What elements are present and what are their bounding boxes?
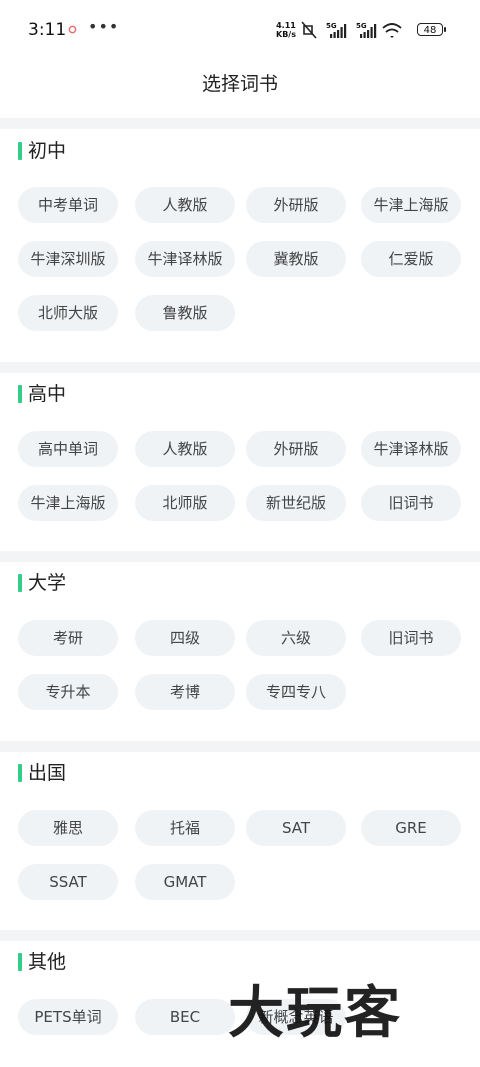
notification-icon	[68, 25, 77, 34]
book-chip[interactable]: 中考单词	[18, 187, 118, 223]
page-title: 选择词书	[201, 73, 278, 95]
book-chip[interactable]: SAT	[246, 810, 346, 846]
section-title: 初中	[28, 140, 67, 162]
section-accent-bar	[18, 574, 22, 592]
book-chip[interactable]: 托福	[135, 810, 235, 846]
book-chip[interactable]: 高中单词	[18, 431, 118, 467]
book-chip[interactable]: 人教版	[135, 431, 235, 467]
status-time: 3:11	[28, 20, 67, 40]
signal-5g-icon-2: 5G	[356, 22, 377, 38]
book-chip[interactable]: SSAT	[18, 864, 118, 900]
more-notifications-icon: •••	[88, 17, 120, 36]
section-title: 大学	[28, 572, 67, 594]
book-chip[interactable]: 新世纪版	[246, 485, 346, 521]
book-chip[interactable]: BEC	[135, 999, 235, 1035]
book-chip[interactable]: 仁爱版	[361, 241, 461, 277]
section-accent-bar	[18, 142, 22, 160]
book-chip[interactable]: 牛津译林版	[361, 431, 461, 467]
section-separator	[0, 118, 480, 129]
book-chip[interactable]: GRE	[361, 810, 461, 846]
status-bar: 3:11 ••• 4.11 KB/s 5G 5G 48	[0, 0, 480, 62]
book-chip[interactable]: 北师大版	[18, 295, 118, 331]
book-chip[interactable]: 外研版	[246, 431, 346, 467]
mute-icon	[301, 21, 317, 39]
book-chip[interactable]: 四级	[135, 620, 235, 656]
book-chip[interactable]: 旧词书	[361, 485, 461, 521]
book-chip[interactable]: 牛津上海版	[18, 485, 118, 521]
wifi-icon	[382, 23, 402, 38]
section-accent-bar	[18, 953, 22, 971]
section-title: 其他	[28, 951, 67, 973]
section-separator	[0, 362, 480, 373]
status-icons: 5G 5G	[301, 21, 402, 39]
book-chip[interactable]: 旧词书	[361, 620, 461, 656]
battery-icon: 48	[417, 23, 446, 36]
book-chip[interactable]: 考博	[135, 674, 235, 710]
section-accent-bar	[18, 385, 22, 403]
section-separator	[0, 741, 480, 752]
book-chip[interactable]: 牛津深圳版	[18, 241, 118, 277]
book-chip[interactable]: 冀教版	[246, 241, 346, 277]
book-chip[interactable]: 雅思	[18, 810, 118, 846]
book-chip[interactable]: 北师版	[135, 485, 235, 521]
book-chip[interactable]: PETS单词	[18, 999, 118, 1035]
signal-5g-icon-1: 5G	[326, 22, 347, 38]
section-title: 出国	[28, 762, 67, 784]
book-chip[interactable]: 鲁教版	[135, 295, 235, 331]
book-chip[interactable]: 考研	[18, 620, 118, 656]
book-chip[interactable]: GMAT	[135, 864, 235, 900]
watermark-logo: 大玩客	[228, 981, 402, 1046]
book-chip[interactable]: 专升本	[18, 674, 118, 710]
book-chip[interactable]: 牛津上海版	[361, 187, 461, 223]
section-separator	[0, 930, 480, 941]
svg-text:5G: 5G	[356, 22, 367, 30]
book-chip[interactable]: 六级	[246, 620, 346, 656]
book-chip[interactable]: 专四专八	[246, 674, 346, 710]
section-title: 高中	[28, 383, 67, 405]
section-separator	[0, 551, 480, 562]
section-accent-bar	[18, 764, 22, 782]
svg-text:5G: 5G	[326, 22, 337, 30]
book-chip[interactable]: 牛津译林版	[135, 241, 235, 277]
network-speed: 4.11 KB/s	[276, 21, 296, 39]
book-chip[interactable]: 人教版	[135, 187, 235, 223]
book-chip[interactable]: 外研版	[246, 187, 346, 223]
